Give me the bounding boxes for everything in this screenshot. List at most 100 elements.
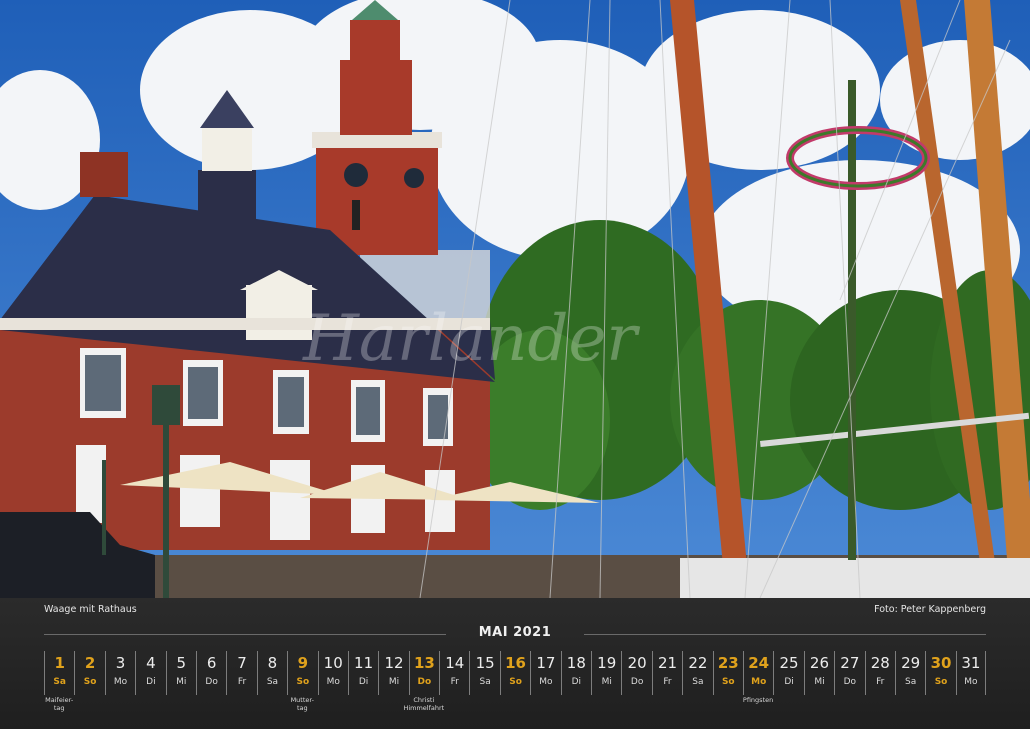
day-cell: 6 Do (195, 651, 226, 695)
day-weekday: Mo (326, 677, 340, 687)
holiday-label: Mutter-tag (277, 696, 327, 712)
day-cell: 15 Sa (469, 651, 499, 695)
watermark: Harlander (302, 302, 640, 376)
day-cell: 18 Di (560, 651, 591, 695)
day-number: 4 (146, 654, 156, 672)
day-cell: 24 Mo (742, 651, 773, 695)
holiday-line: Himmelfahrt (403, 704, 445, 712)
day-number: 17 (536, 654, 556, 672)
day-number: 28 (870, 654, 890, 672)
day-cell: 23 So (712, 651, 743, 695)
day-number: 1 (54, 654, 65, 672)
day-cell: 19 Mi (591, 651, 621, 695)
day-number: 3 (115, 654, 126, 672)
day-number: 12 (384, 654, 404, 672)
day-weekday: Fr (876, 677, 885, 687)
day-weekday: Mo (539, 677, 553, 687)
day-cell: 7 Fr (226, 651, 256, 695)
day-weekday: So (296, 677, 310, 687)
calendar-page: Harlander Waage mit Rathaus Foto: Peter … (0, 0, 1030, 729)
day-number: 15 (475, 654, 495, 672)
day-weekday: Mo (113, 677, 128, 687)
day-number: 21 (657, 654, 678, 672)
day-number: 24 (748, 654, 770, 672)
day-cell: 4 Di (135, 651, 165, 695)
day-number: 19 (597, 654, 617, 672)
day-number: 18 (566, 654, 586, 672)
holiday-line: Christi (413, 696, 435, 704)
day-number: 25 (779, 654, 799, 672)
day-weekday: Di (571, 677, 582, 687)
day-weekday: Mi (814, 677, 825, 687)
day-cell: 22 Sa (682, 651, 712, 695)
day-number: 27 (840, 654, 860, 672)
holiday-label: Maifeier-tag (34, 696, 84, 712)
day-cell: 10 Mo (317, 651, 348, 695)
day-cell: 1 Sa (44, 651, 74, 695)
holiday-line: Pfingsten (742, 696, 774, 704)
day-number: 8 (267, 654, 278, 672)
day-number: 2 (84, 654, 96, 672)
day-weekday: Do (630, 677, 644, 687)
day-number: 30 (930, 654, 952, 672)
day-number: 14 (445, 654, 465, 672)
photo-illustration: Harlander (0, 0, 1030, 598)
day-cell: 14 Fr (439, 651, 469, 695)
day-number: 26 (809, 654, 829, 672)
day-weekday: Mi (176, 677, 187, 687)
day-number: 31 (961, 654, 981, 672)
day-weekday: So (721, 677, 735, 687)
day-cell: 20 Do (621, 651, 651, 695)
calendar-band: Waage mit Rathaus Foto: Peter Kappenberg… (0, 598, 1030, 729)
day-cell: 12 Mi (378, 651, 408, 695)
day-weekday: Di (146, 677, 156, 687)
day-number: 22 (688, 654, 708, 672)
day-cell: 8 Sa (256, 651, 287, 695)
divider-right (584, 634, 986, 635)
holiday-line: tag (53, 704, 65, 712)
day-cell: 11 Di (347, 651, 378, 695)
day-weekday: Fr (663, 677, 672, 687)
day-number: 23 (717, 654, 739, 672)
day-cell: 16 So (499, 651, 530, 695)
day-weekday: Fr (237, 677, 247, 687)
day-weekday: Mi (601, 677, 612, 687)
day-weekday: Do (843, 677, 857, 687)
photo-title: Waage mit Rathaus (44, 604, 137, 615)
day-number: 7 (237, 654, 247, 672)
day-cell: 21 Fr (651, 651, 682, 695)
day-cell: 27 Do (834, 651, 864, 695)
day-number: 20 (627, 654, 647, 672)
day-cell: 26 Mi (803, 651, 834, 695)
day-number: 6 (206, 654, 217, 672)
day-weekday: Do (417, 677, 432, 687)
day-weekday: Sa (479, 677, 491, 687)
day-weekday: Fr (450, 677, 459, 687)
day-strip: 1 Sa 2 So 3 Mo 4 Di 5 Mi 6 Do 7 Fr 8 Sa 9 So 10 Mo 11 Di 12 Mi 1… (44, 651, 987, 695)
month-title: MAI 2021 (478, 625, 552, 640)
day-weekday: Di (784, 677, 794, 687)
day-weekday: So (83, 677, 97, 687)
day-number: 13 (413, 654, 435, 672)
day-cell: 5 Mi (165, 651, 196, 695)
day-weekday: Mo (751, 677, 767, 687)
holiday-line: tag (296, 704, 308, 712)
day-number: 10 (323, 654, 343, 672)
day-cell: 30 So (925, 651, 955, 695)
day-weekday: Mo (964, 677, 978, 687)
day-cell: 28 Fr (864, 651, 895, 695)
day-number: 5 (176, 654, 187, 672)
holiday-line: Maifeier- (45, 696, 74, 704)
day-number: 9 (297, 654, 309, 672)
day-weekday: Sa (53, 677, 66, 687)
day-cell: 31 Mo (955, 651, 987, 695)
day-cell: 17 Mo (530, 651, 560, 695)
holiday-label: Pfingsten (733, 696, 783, 704)
day-cell: 13 Do (408, 651, 439, 695)
day-cell: 29 Sa (894, 651, 925, 695)
day-weekday: Mi (388, 677, 400, 687)
day-weekday: Do (205, 677, 218, 687)
day-weekday: Sa (266, 677, 279, 687)
day-weekday: Sa (692, 677, 704, 687)
holiday-label: Christi Himmelfahrt (399, 696, 449, 712)
